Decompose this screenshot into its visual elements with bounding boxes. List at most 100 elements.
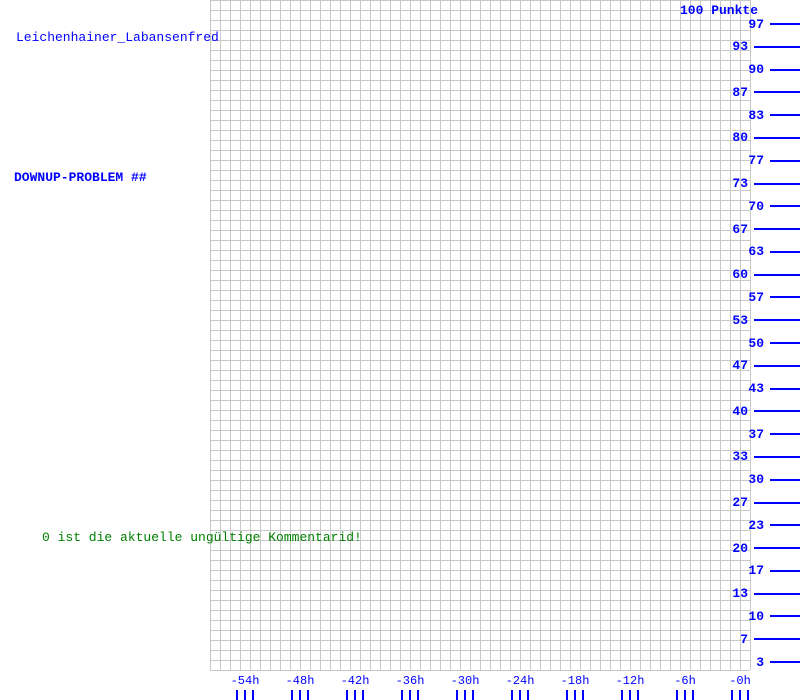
y-tick: 60 <box>724 268 800 282</box>
plot-area <box>210 0 750 670</box>
y-tick-mark <box>754 365 800 367</box>
y-tick: 27 <box>724 496 800 510</box>
x-tick: -30h <box>448 674 482 700</box>
y-tick-label: 7 <box>736 632 748 647</box>
y-tick: 17 <box>740 564 800 578</box>
y-tick-mark <box>770 615 800 617</box>
x-tick-label: -30h <box>451 674 480 688</box>
y-tick-mark <box>770 296 800 298</box>
y-tick-mark <box>754 228 800 230</box>
y-tick-label: 77 <box>740 153 764 168</box>
y-tick: 73 <box>724 177 800 191</box>
x-tick-marks <box>291 690 309 700</box>
y-tick-mark <box>770 69 800 71</box>
y-tick-label: 10 <box>740 609 764 624</box>
y-tick-mark <box>770 570 800 572</box>
y-tick-label: 20 <box>724 541 748 556</box>
x-tick: -48h <box>283 674 317 700</box>
y-tick-label: 53 <box>724 313 748 328</box>
x-tick-marks <box>511 690 529 700</box>
y-tick-mark <box>770 661 800 663</box>
y-tick: 10 <box>740 609 800 623</box>
y-tick: 57 <box>740 290 800 304</box>
x-tick: -12h <box>613 674 647 700</box>
x-tick-label: -24h <box>506 674 535 688</box>
y-tick-label: 3 <box>752 655 764 670</box>
y-tick-label: 87 <box>724 85 748 100</box>
y-tick: 83 <box>740 108 800 122</box>
y-tick: 7 <box>736 632 800 646</box>
y-tick-label: 97 <box>740 17 764 32</box>
y-tick: 87 <box>724 85 800 99</box>
x-tick-label: -6h <box>674 674 696 688</box>
y-tick-label: 70 <box>740 199 764 214</box>
x-tick-label: -48h <box>286 674 315 688</box>
chart-root: Leichenhainer_Labansenfred DOWNUP-PROBLE… <box>0 0 800 700</box>
username-label: Leichenhainer_Labansenfred <box>16 30 219 45</box>
y-tick: 93 <box>724 40 800 54</box>
x-tick-marks <box>566 690 584 700</box>
x-tick: -0h <box>723 674 757 700</box>
y-tick-label: 90 <box>740 62 764 77</box>
y-tick: 97 <box>740 17 800 31</box>
y-tick-mark <box>770 23 800 25</box>
y-tick-mark <box>754 183 800 185</box>
y-tick-mark <box>770 114 800 116</box>
y-tick: 67 <box>724 222 800 236</box>
x-tick: -54h <box>228 674 262 700</box>
y-tick-mark <box>770 205 800 207</box>
y-tick-label: 27 <box>724 495 748 510</box>
y-tick: 63 <box>740 245 800 259</box>
x-tick: -36h <box>393 674 427 700</box>
y-tick-mark <box>754 46 800 48</box>
y-tick: 53 <box>724 313 800 327</box>
x-tick-marks <box>621 690 639 700</box>
x-tick-marks <box>401 690 419 700</box>
y-tick-label: 67 <box>724 222 748 237</box>
y-tick-mark <box>770 433 800 435</box>
x-tick-marks <box>236 690 254 700</box>
comment-warning: 0 ist die aktuelle ungültige Kommentarid… <box>42 530 362 545</box>
x-tick: -18h <box>558 674 592 700</box>
y-tick: 90 <box>740 63 800 77</box>
y-tick-label: 57 <box>740 290 764 305</box>
y-tick-mark <box>754 593 800 595</box>
y-tick: 13 <box>724 587 800 601</box>
y-tick-label: 63 <box>740 244 764 259</box>
y-tick: 30 <box>740 473 800 487</box>
x-tick-marks <box>346 690 364 700</box>
y-tick-mark <box>754 502 800 504</box>
y-tick-label: 30 <box>740 472 764 487</box>
x-tick-label: -0h <box>729 674 751 688</box>
y-tick-mark <box>770 479 800 481</box>
x-tick-marks <box>456 690 474 700</box>
y-tick-label: 13 <box>724 586 748 601</box>
y-tick: 3 <box>752 655 800 669</box>
y-tick-label: 33 <box>724 449 748 464</box>
y-tick-mark <box>770 524 800 526</box>
y-tick-label: 60 <box>724 267 748 282</box>
y-tick-label: 80 <box>724 130 748 145</box>
y-tick: 23 <box>740 518 800 532</box>
y-tick: 40 <box>724 404 800 418</box>
y-tick-label: 47 <box>724 358 748 373</box>
y-tick-label: 23 <box>740 518 764 533</box>
y-tick-label: 83 <box>740 108 764 123</box>
y-tick: 77 <box>740 154 800 168</box>
y-tick-mark <box>754 137 800 139</box>
y-tick-mark <box>754 547 800 549</box>
y-tick: 70 <box>740 199 800 213</box>
y-tick-label: 73 <box>724 176 748 191</box>
y-tick-mark <box>754 638 800 640</box>
y-tick-mark <box>754 319 800 321</box>
y-tick: 33 <box>724 450 800 464</box>
x-tick-label: -54h <box>231 674 260 688</box>
y-tick-label: 17 <box>740 563 764 578</box>
y-tick-mark <box>754 456 800 458</box>
problem-label: DOWNUP-PROBLEM ## <box>14 170 147 185</box>
y-tick-label: 50 <box>740 336 764 351</box>
y-tick-label: 43 <box>740 381 764 396</box>
y-tick: 50 <box>740 336 800 350</box>
y-tick-mark <box>754 410 800 412</box>
x-tick-label: -12h <box>616 674 645 688</box>
